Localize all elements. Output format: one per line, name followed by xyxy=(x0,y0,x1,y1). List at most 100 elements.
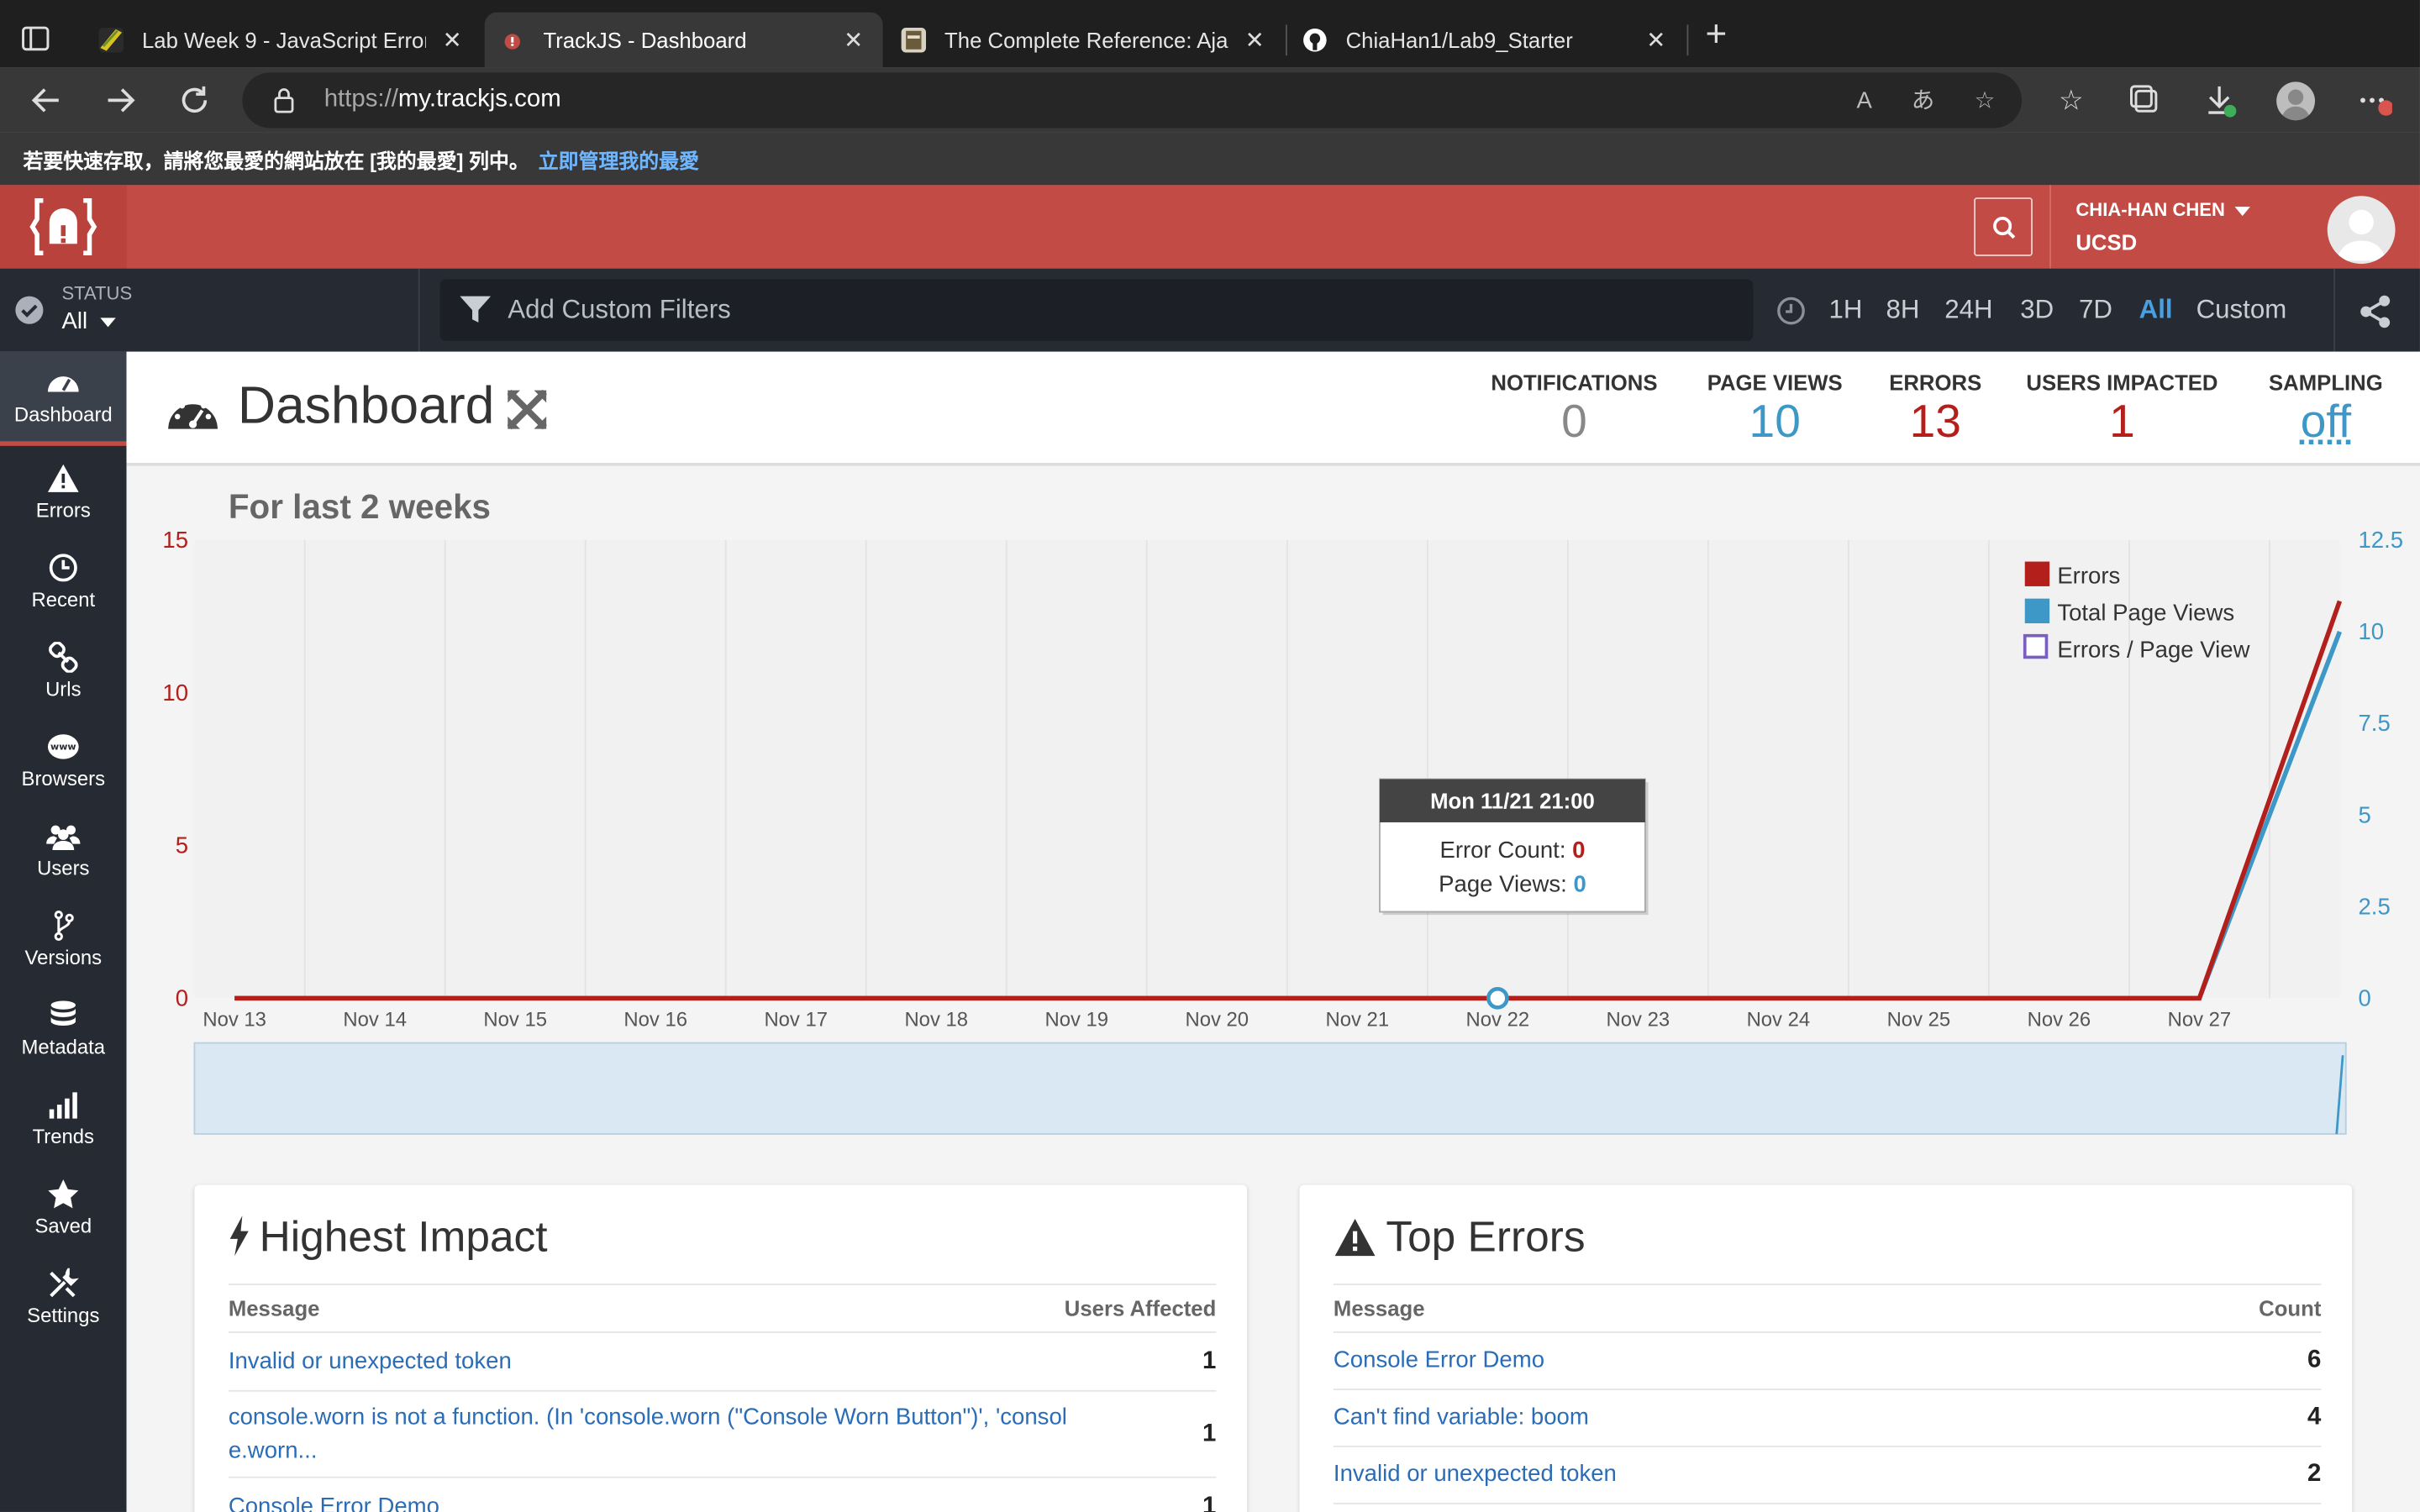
reload-icon[interactable] xyxy=(175,81,215,121)
tab-close-icon[interactable]: ✕ xyxy=(1241,26,1269,54)
favorites-hint-text: 若要快速存取，請將您最愛的網站放在 [我的最愛] 列中。 xyxy=(23,150,529,173)
table-row[interactable]: Invalid or unexpected token 1 xyxy=(228,1333,1217,1392)
sidebar-item-browsers[interactable]: www Browsers xyxy=(0,716,127,806)
error-message-link[interactable]: console.worn is not a function. (In 'con… xyxy=(229,1400,1093,1468)
user-avatar[interactable] xyxy=(2327,196,2396,265)
lock-icon[interactable] xyxy=(273,87,295,114)
table-header: Message Users Affected xyxy=(228,1284,1217,1333)
trackjs-logo[interactable] xyxy=(0,185,127,269)
sidebar-item-dashboard[interactable]: Dashboard xyxy=(0,351,127,446)
translate-icon[interactable]: あ xyxy=(1906,85,1939,118)
manage-favorites-link[interactable]: 立即管理我的最愛 xyxy=(539,150,699,173)
sidebar-item-trends[interactable]: Trends xyxy=(0,1074,127,1163)
tab-close-icon[interactable]: ✕ xyxy=(439,26,466,54)
range-24h[interactable]: 24H xyxy=(1944,295,1992,326)
range-7d[interactable]: 7D xyxy=(2079,295,2112,326)
error-message-link[interactable]: Invalid or unexpected token xyxy=(229,1345,512,1378)
dashboard-header: Dashboard NOTIFICATIONS 0 PAGE VIEWS 10 … xyxy=(126,351,2420,466)
url-text: https://my.trackjs.com xyxy=(324,87,561,114)
errors-pageviews-chart[interactable]: 0 5 10 15 0 2.5 5 7.5 10 12.5 Nov 13 Nov 14 Nov 15 No… xyxy=(127,522,2420,1154)
sidebar-item-errors[interactable]: Errors xyxy=(0,448,127,538)
tab-close-icon[interactable]: ✕ xyxy=(1642,26,1670,54)
sidebar-item-settings[interactable]: Settings xyxy=(0,1252,127,1342)
add-favorite-icon[interactable]: ☆ xyxy=(1968,85,2002,118)
table-row[interactable]: Console Error Demo 1 xyxy=(229,1478,1216,1512)
browser-tab-trackjs-dashboard[interactable]: TrackJS - Dashboard ✕ xyxy=(484,12,883,68)
stat-value: off xyxy=(2300,396,2352,448)
browser-toolbar: https://my.trackjs.com A あ ☆ ☆ xyxy=(0,67,2420,133)
users-affected-count: 1 xyxy=(1202,1347,1217,1374)
right-axis-tick-label: 10 xyxy=(2358,618,2384,644)
error-message-link[interactable]: Invalid or unexpected token xyxy=(1334,1458,1617,1492)
profile-avatar[interactable] xyxy=(2276,81,2316,121)
browser-tab-github-lab9[interactable]: ChiaHan1/Lab9_Starter ✕ xyxy=(1287,13,1686,68)
error-message-link[interactable]: Can't find variable: boom xyxy=(1334,1401,1589,1435)
tab-actions-icon[interactable] xyxy=(18,22,52,55)
browser-tab-ajax-reference[interactable]: The Complete Reference: Ajax ✕ xyxy=(886,13,1284,68)
right-axis-tick-label: 0 xyxy=(2358,985,2370,1011)
panel-title: Highest Impact xyxy=(229,1213,548,1263)
user-menu[interactable]: CHIA-HAN CHEN xyxy=(2075,199,2250,221)
stat-page-views[interactable]: PAGE VIEWS 10 xyxy=(1704,370,1846,449)
error-message-link[interactable]: Console Error Demo xyxy=(229,1489,439,1512)
stat-users-impacted[interactable]: USERS IMPACTED 1 xyxy=(2022,370,2223,449)
downloads-icon[interactable] xyxy=(2201,81,2238,118)
error-message-link[interactable]: Console Error Demo xyxy=(1334,1344,1544,1378)
column-header-message: Message xyxy=(1333,1295,1425,1321)
range-custom[interactable]: Custom xyxy=(2196,295,2287,326)
panel-title-text: Highest Impact xyxy=(259,1212,548,1261)
table-row[interactable]: Console Error Demo 6 xyxy=(1333,1333,2322,1390)
status-label: STATUS xyxy=(61,282,133,304)
plot-area xyxy=(194,539,2340,999)
legend-label: Errors / Page View xyxy=(2057,636,2249,662)
favorites-bar: 若要快速存取，請將您最愛的網站放在 [我的最愛] 列中。 立即管理我的最愛 xyxy=(0,132,2420,186)
table-row[interactable]: Can't find variable: boom 4 xyxy=(1333,1390,2322,1447)
left-axis-tick-label: 15 xyxy=(162,527,188,553)
tab-close-icon[interactable]: ✕ xyxy=(839,26,867,54)
sidebar-item-recent[interactable]: Recent xyxy=(0,537,127,627)
collections-icon[interactable] xyxy=(2127,81,2164,118)
tab-separator xyxy=(1686,24,1689,56)
stat-errors[interactable]: ERRORS 13 xyxy=(1883,370,1988,449)
sidebar-item-saved[interactable]: Saved xyxy=(0,1163,127,1253)
read-aloud-icon[interactable]: A xyxy=(1848,85,1881,118)
stat-sampling[interactable]: SAMPLING off xyxy=(2263,370,2390,449)
stat-notifications[interactable]: NOTIFICATIONS 0 xyxy=(1488,370,1661,449)
new-tab-button[interactable]: + xyxy=(1697,16,1734,55)
star-icon xyxy=(48,1179,79,1209)
range-8h[interactable]: 8H xyxy=(1886,295,1919,326)
sidebar-item-metadata[interactable]: Metadata xyxy=(0,984,127,1074)
highest-impact-table: Message Users Affected Invalid or unexpe… xyxy=(228,1284,1217,1512)
sidebar-item-users[interactable]: Users xyxy=(0,806,127,895)
range-3d[interactable]: 3D xyxy=(2020,295,2054,326)
share-icon[interactable] xyxy=(2357,293,2394,330)
range-all[interactable]: All xyxy=(2139,295,2173,326)
sidebar-item-label: Dashboard xyxy=(13,402,113,426)
table-row[interactable]: Invalid or unexpected token 2 xyxy=(1333,1447,2322,1504)
address-bar[interactable]: https://my.trackjs.com A あ ☆ xyxy=(242,72,2023,129)
status-filter[interactable]: STATUS All xyxy=(0,268,420,352)
expand-icon[interactable] xyxy=(506,389,548,431)
more-options-icon[interactable] xyxy=(2355,81,2394,118)
stat-value: 10 xyxy=(1749,396,1801,448)
legend-label: Errors xyxy=(2057,562,2120,588)
back-arrow-icon[interactable] xyxy=(26,81,66,121)
forward-arrow-icon[interactable] xyxy=(100,81,140,121)
warning-icon xyxy=(1334,1218,1376,1257)
right-axis-tick-label: 2.5 xyxy=(2358,893,2390,919)
stat-label: PAGE VIEWS xyxy=(1707,370,1843,396)
x-axis-tick-label: Nov 20 xyxy=(1185,1008,1249,1031)
custom-filters-input[interactable]: Add Custom Filters xyxy=(439,279,1754,341)
chevron-down-icon xyxy=(99,318,116,328)
x-axis-tick-label: Nov 18 xyxy=(904,1008,968,1031)
search-button[interactable] xyxy=(1974,197,2033,256)
browser-tab-lab-week-9[interactable]: Lab Week 9 - JavaScript Error ✕ xyxy=(83,13,481,68)
x-axis-tick-label: Nov 23 xyxy=(1607,1008,1670,1031)
status-value: All xyxy=(61,308,116,335)
table-row[interactable]: console.worn is not a function. (In 'con… xyxy=(228,1392,1217,1478)
range-1h[interactable]: 1H xyxy=(1828,295,1862,326)
column-header-users-affected: Users Affected xyxy=(1064,1295,1217,1321)
sidebar-item-urls[interactable]: Urls xyxy=(0,627,127,717)
favorites-icon[interactable]: ☆ xyxy=(2053,81,2090,118)
sidebar-item-versions[interactable]: Versions xyxy=(0,895,127,984)
